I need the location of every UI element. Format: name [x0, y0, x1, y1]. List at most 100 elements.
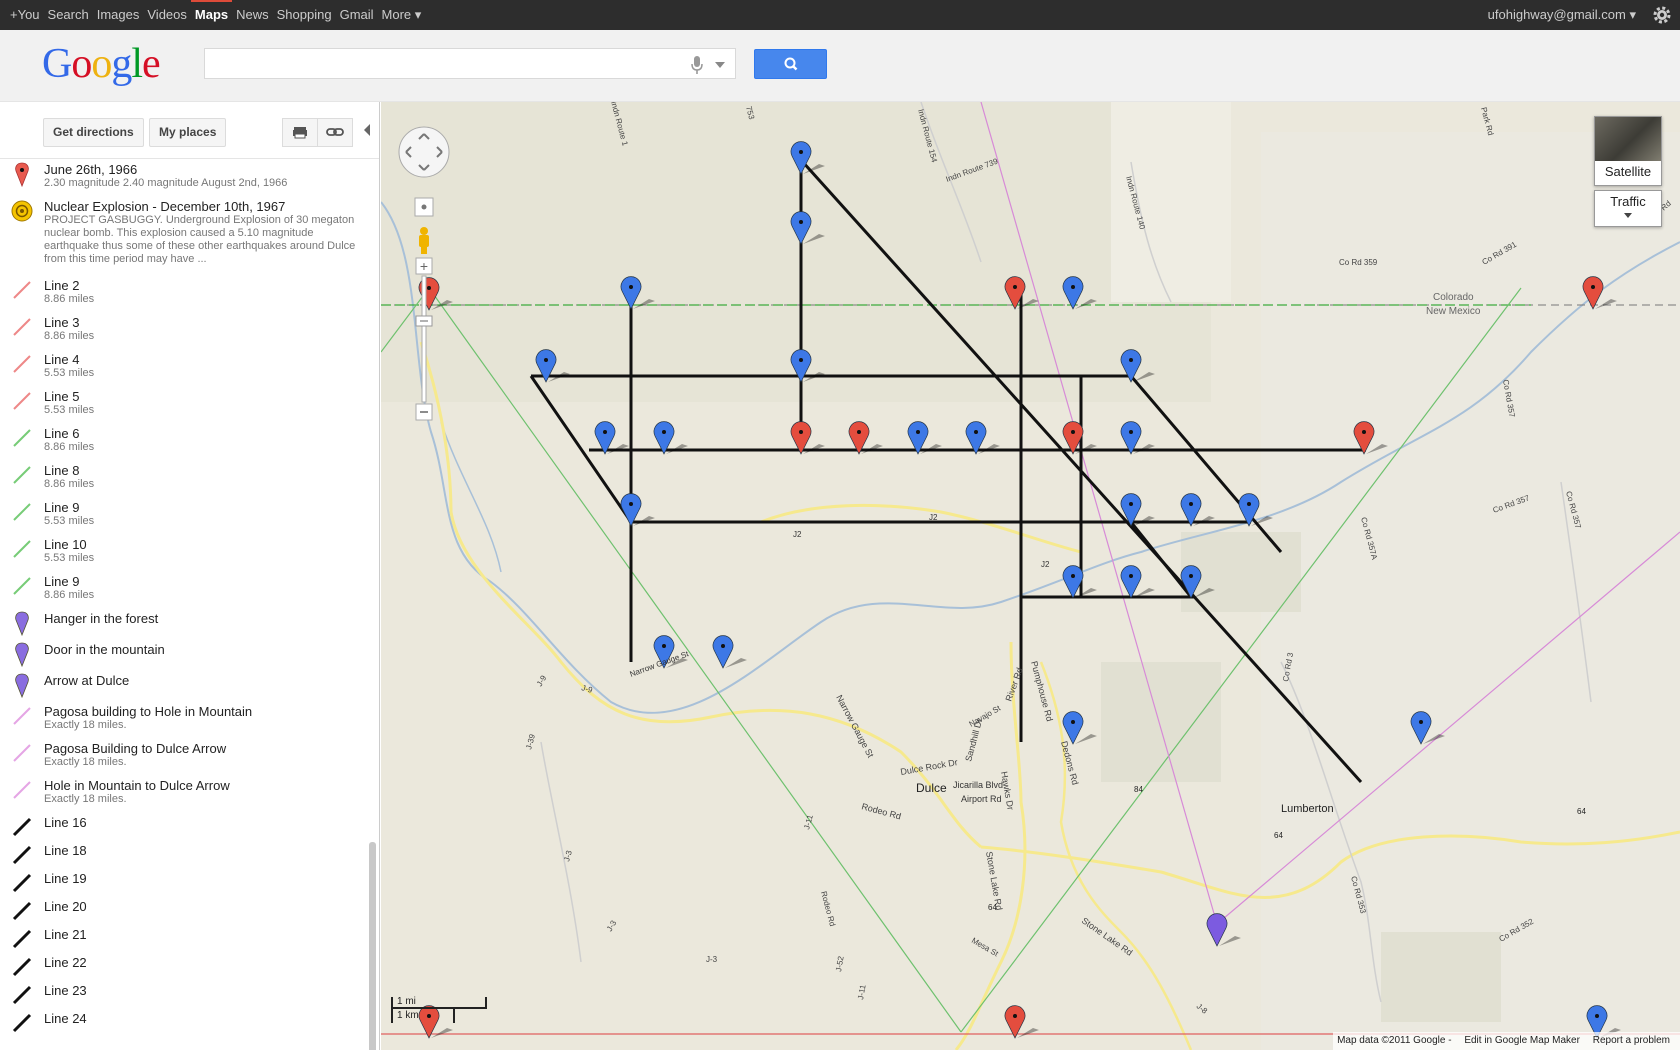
list-item-title[interactable]: Line 9	[44, 574, 362, 589]
print-button[interactable]	[282, 118, 318, 147]
list-item[interactable]: Line 24	[0, 1011, 368, 1039]
google-logo[interactable]: Google	[42, 40, 161, 88]
get-directions-button[interactable]: Get directions	[43, 118, 144, 147]
list-item-title[interactable]: Line 16	[44, 815, 362, 830]
list-item[interactable]: Arrow at Dulce	[0, 673, 368, 704]
map-label-rodeo2: Rodeo Rd	[819, 890, 837, 927]
list-item[interactable]: Line 23	[0, 983, 368, 1011]
report-problem-link[interactable]: Report a problem	[1593, 1035, 1670, 1046]
traffic-button[interactable]: Traffic	[1594, 190, 1662, 227]
pegman-icon[interactable]	[419, 227, 429, 254]
black-line-icon	[10, 815, 34, 839]
list-item[interactable]: Hole in Mountain to Dulce Arrow Exactly 1…	[0, 778, 368, 815]
list-item[interactable]: Line 19	[0, 871, 368, 899]
map-canvas[interactable]: Dulce Lumberton Colorado New Mexico Jicarill…	[381, 102, 1680, 1050]
list-item-title[interactable]: Door in the mountain	[44, 642, 362, 657]
list-item[interactable]: Line 10 5.53 miles	[0, 537, 368, 574]
microphone-icon[interactable]	[691, 55, 703, 75]
list-item-title[interactable]: Line 20	[44, 899, 362, 914]
list-item-title[interactable]: Line 5	[44, 389, 362, 404]
map-label-j3c: J-3	[706, 955, 718, 964]
search-box	[204, 48, 736, 79]
list-item[interactable]: Line 9 5.53 miles	[0, 500, 368, 537]
search-icon	[784, 57, 798, 71]
list-item-title[interactable]: Line 8	[44, 463, 362, 478]
nav-item-shopping[interactable]: Shopping	[273, 0, 336, 30]
nav-item-gmail[interactable]: Gmail	[336, 0, 378, 30]
list-item[interactable]: Line 8 8.86 miles	[0, 463, 368, 500]
zoom-slider[interactable]	[421, 275, 427, 403]
satellite-label: Satellite	[1604, 164, 1652, 179]
list-item-title[interactable]: Pagosa Building to Dulce Arrow	[44, 741, 362, 756]
list-item-title[interactable]: Line 3	[44, 315, 362, 330]
search-input[interactable]	[205, 49, 665, 78]
list-item-title[interactable]: Line 18	[44, 843, 362, 858]
nav-item-maps[interactable]: Maps	[190, 0, 233, 30]
list-item-title[interactable]: Nuclear Explosion - December 10th, 1967	[44, 199, 362, 214]
list-item-title[interactable]: Pagosa building to Hole in Mountain	[44, 704, 362, 719]
red-map-pin[interactable]	[1004, 1005, 1039, 1039]
panel-scrollbar[interactable]	[369, 842, 376, 1050]
nav-item-videos[interactable]: Videos	[143, 0, 191, 30]
nav-item-news[interactable]: News	[232, 0, 273, 30]
green-line-icon	[10, 537, 34, 561]
purple-pin-icon	[10, 673, 34, 699]
list-item[interactable]: Line 3 8.86 miles	[0, 315, 368, 352]
list-item-title[interactable]: Line 21	[44, 927, 362, 942]
list-item[interactable]: Nuclear Explosion - December 10th, 1967 P…	[0, 199, 368, 278]
edit-map-maker-link[interactable]: Edit in Google Map Maker	[1464, 1035, 1580, 1046]
list-item-title[interactable]: June 26th, 1966	[44, 162, 362, 177]
nav-item-images[interactable]: Images	[93, 0, 144, 30]
blue-map-pin[interactable]	[1120, 565, 1155, 599]
my-places-button[interactable]: My places	[149, 118, 227, 147]
list-item-title[interactable]: Line 22	[44, 955, 362, 970]
list-item[interactable]: Line 2 8.86 miles	[0, 278, 368, 315]
list-item-title[interactable]: Line 2	[44, 278, 362, 293]
collapse-panel-icon[interactable]	[364, 124, 370, 136]
list-item-title[interactable]: Line 23	[44, 983, 362, 998]
map-label-lumberton: Lumberton	[1281, 803, 1334, 815]
satellite-toggle-button[interactable]: Satellite	[1594, 116, 1662, 186]
nav-item-more[interactable]: More ▾	[378, 0, 426, 30]
map-label-narrow_gauge: Narrow Gauge St	[834, 693, 876, 760]
chevron-down-icon[interactable]	[715, 62, 725, 68]
gear-icon[interactable]	[1652, 5, 1672, 25]
list-item[interactable]: Line 6 8.86 miles	[0, 426, 368, 463]
list-item[interactable]: Line 4 5.53 miles	[0, 352, 368, 389]
list-item[interactable]: Line 9 8.86 miles	[0, 574, 368, 611]
list-item-title[interactable]: Line 4	[44, 352, 362, 367]
nav-item-search[interactable]: Search	[44, 0, 93, 30]
list-item[interactable]: Door in the mountain	[0, 642, 368, 673]
list-item[interactable]: Line 21	[0, 927, 368, 955]
list-item-title[interactable]: Line 10	[44, 537, 362, 552]
list-item[interactable]: Pagosa building to Hole in Mountain Exact…	[0, 704, 368, 741]
list-item-subtitle: 5.53 miles	[44, 367, 95, 379]
list-item[interactable]: Line 5 5.53 miles	[0, 389, 368, 426]
list-item[interactable]: Line 16	[0, 815, 368, 843]
list-item-title[interactable]: Line 6	[44, 426, 362, 441]
list-item[interactable]: Line 22	[0, 955, 368, 983]
nav-item-you[interactable]: +You	[6, 0, 44, 30]
list-item[interactable]: Line 18	[0, 843, 368, 871]
link-button[interactable]	[317, 118, 353, 147]
search-button[interactable]	[754, 49, 827, 79]
terrain-patch	[1261, 132, 1680, 1050]
map-label-j9b: J-9	[535, 673, 549, 688]
list-item-title[interactable]: Hole in Mountain to Dulce Arrow	[44, 778, 362, 793]
list-item[interactable]: Pagosa Building to Dulce Arrow Exactly 18…	[0, 741, 368, 778]
list-item-title[interactable]: Line 19	[44, 871, 362, 886]
list-item-title[interactable]: Hanger in the forest	[44, 611, 362, 626]
map-label-stone_lake: Stone Lake Rd	[984, 851, 1004, 911]
purple-map-pin[interactable]	[1206, 913, 1241, 947]
red-line-icon	[10, 315, 34, 339]
list-item-title[interactable]: Arrow at Dulce	[44, 673, 362, 688]
list-item-title[interactable]: Line 24	[44, 1011, 362, 1026]
list-item[interactable]: Line 20	[0, 899, 368, 927]
list-item[interactable]: Hanger in the forest	[0, 611, 368, 642]
account-menu[interactable]: ufohighway@gmail.com ▾	[1488, 0, 1636, 30]
list-item[interactable]: June 26th, 1966 2.30 magnitude 2.40 magni…	[0, 162, 368, 199]
map-label-jicarilla: Jicarilla Blvd	[953, 780, 1003, 790]
map-label-co359: Co Rd 359	[1339, 258, 1378, 267]
blue-map-pin[interactable]	[712, 635, 747, 669]
list-item-title[interactable]: Line 9	[44, 500, 362, 515]
